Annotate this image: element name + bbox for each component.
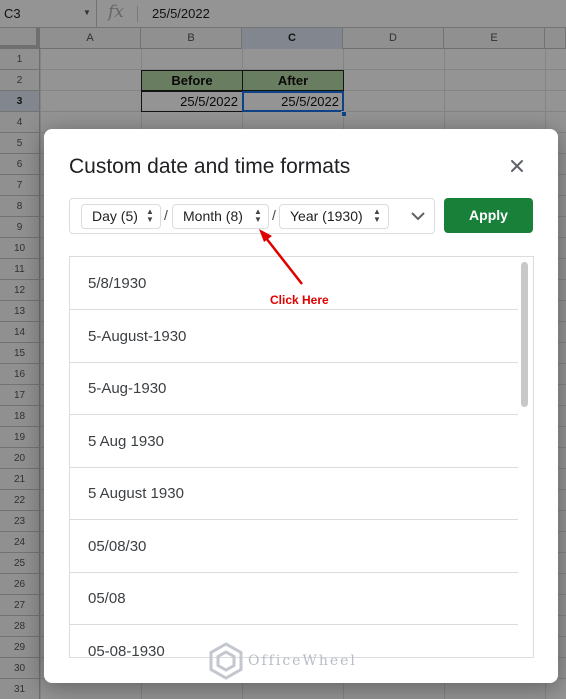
format-option[interactable]: 05/08 <box>70 572 518 625</box>
watermark-text: OfficeWheel <box>248 653 357 669</box>
sort-arrows-icon: ▲ ▼ <box>254 207 262 224</box>
custom-date-format-dialog: Custom date and time formats Day (5) ▲ ▼ … <box>44 129 558 683</box>
format-list[interactable]: 5/8/1930 5-August-1930 5-Aug-1930 5 Aug 193… <box>69 256 534 658</box>
format-option[interactable]: 5-Aug-1930 <box>70 362 518 415</box>
click-here-label: Click Here <box>270 293 329 307</box>
chip-year-label: Year (1930) <box>290 208 363 224</box>
watermark: OfficeWheel <box>208 641 355 681</box>
format-option[interactable]: 5 Aug 1930 <box>70 415 518 468</box>
chip-year[interactable]: Year (1930) ▲ ▼ <box>279 204 389 229</box>
chip-day[interactable]: Day (5) ▲ ▼ <box>81 204 161 229</box>
separator: / <box>272 207 276 223</box>
sort-arrows-icon: ▲ ▼ <box>373 207 381 224</box>
format-builder[interactable]: Day (5) ▲ ▼ / Month (8) ▲ ▼ / Year (1930) … <box>69 198 435 234</box>
scrollbar[interactable] <box>521 262 528 407</box>
format-option[interactable]: 5-August-1930 <box>70 310 518 363</box>
chip-month[interactable]: Month (8) ▲ ▼ <box>172 204 269 229</box>
chip-day-label: Day (5) <box>92 208 138 224</box>
chevron-down-icon[interactable] <box>408 205 428 227</box>
officewheel-logo-icon <box>209 642 243 680</box>
sort-arrows-icon: ▲ ▼ <box>146 207 154 224</box>
apply-button[interactable]: Apply <box>444 198 533 233</box>
format-option[interactable]: 05/08/30 <box>70 520 518 573</box>
chip-month-label: Month (8) <box>183 208 243 224</box>
format-option[interactable]: 5 August 1930 <box>70 467 518 520</box>
separator: / <box>164 207 168 223</box>
dialog-title: Custom date and time formats <box>69 155 351 178</box>
close-icon[interactable] <box>506 155 528 177</box>
